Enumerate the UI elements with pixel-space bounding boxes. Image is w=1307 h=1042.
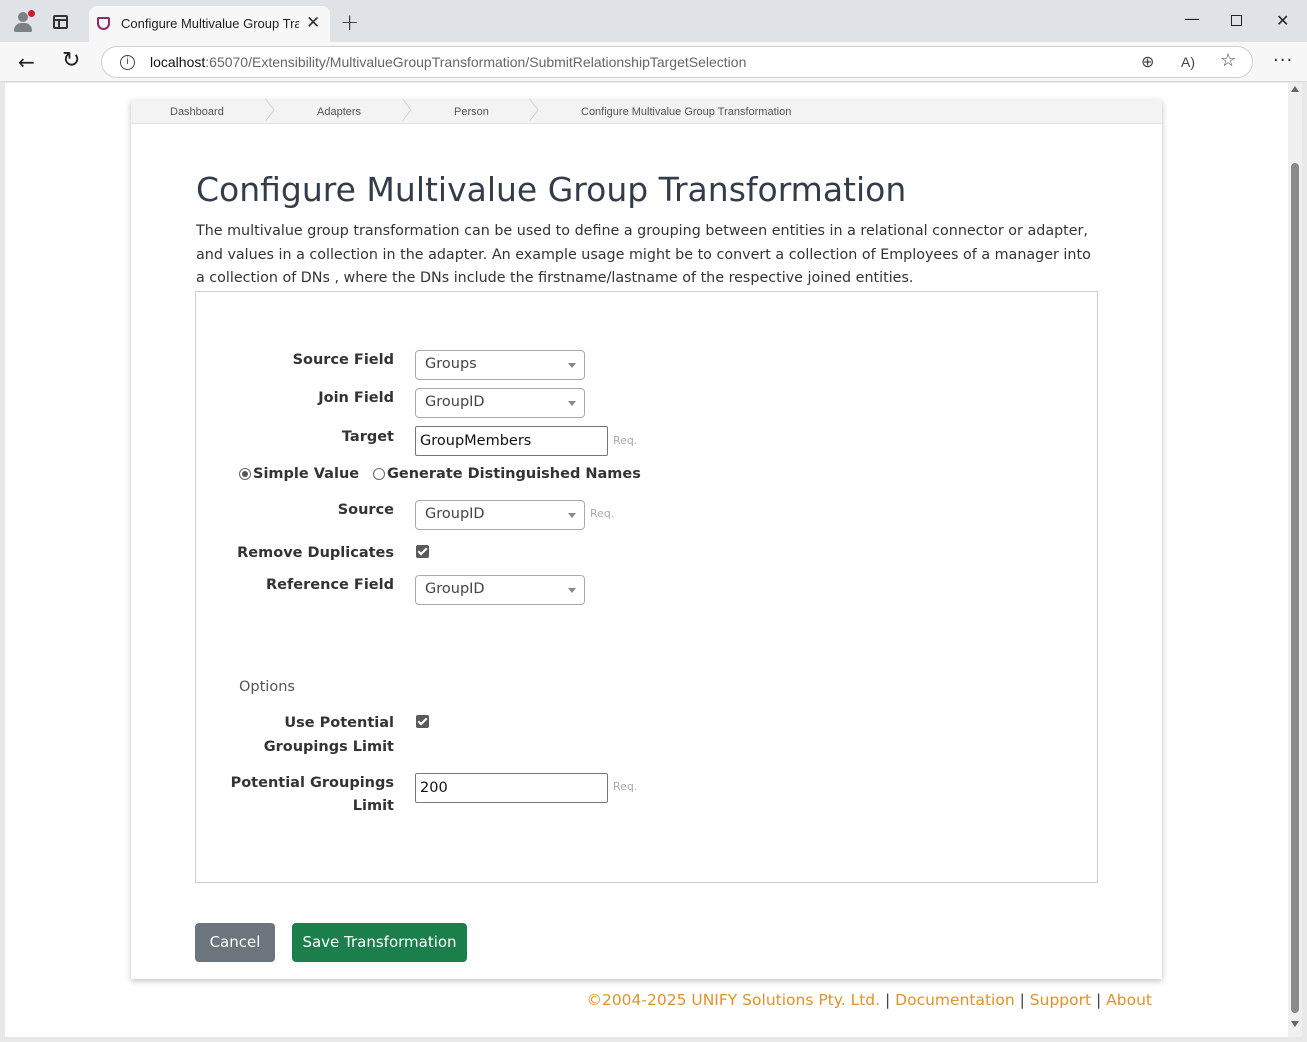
options-heading: Options	[239, 679, 295, 695]
copyright-link[interactable]: ©2004-2025 UNIFY Solutions Pty. Ltd.	[586, 991, 880, 1009]
save-transformation-button[interactable]: Save Transformation	[292, 923, 467, 962]
source-value: GroupID	[425, 506, 485, 522]
close-window-icon[interactable]: ✕	[1276, 12, 1289, 30]
target-label: Target	[341, 429, 394, 445]
potential-groupings-limit-input[interactable]	[415, 773, 608, 803]
page-description: The multivalue group transformation can …	[196, 223, 1091, 286]
browser-tab-active[interactable]: Configure Multivalue Group Trans ✕	[89, 6, 330, 42]
new-tab-icon[interactable]: +	[340, 11, 359, 35]
source-field-select[interactable]: Groups	[415, 350, 585, 380]
breadcrumb-dashboard[interactable]: Dashboard	[170, 106, 224, 118]
use-limit-label-line2: Groupings Limit	[263, 739, 394, 755]
join-field-select[interactable]: GroupID	[415, 388, 585, 418]
tab-actions-icon[interactable]	[53, 15, 68, 29]
breadcrumb-separator	[396, 100, 410, 124]
generate-dn-radio[interactable]	[373, 468, 385, 480]
read-aloud-icon[interactable]: A)	[1181, 54, 1195, 70]
profile-icon[interactable]	[12, 10, 36, 34]
remove-duplicates-label: Remove Duplicates	[237, 545, 394, 561]
scroll-down-icon[interactable]	[1291, 1021, 1299, 1027]
reference-field-value: GroupID	[425, 581, 485, 597]
scrollbar-thumb[interactable]	[1291, 163, 1299, 1013]
footer-separator: |	[1019, 991, 1025, 1009]
minimize-icon[interactable]: —	[1184, 10, 1200, 28]
generate-dn-label[interactable]: Generate Distinguished Names	[387, 466, 641, 482]
notification-dot	[28, 10, 35, 17]
footer: ©2004-2025 UNIFY Solutions Pty. Ltd. | D…	[586, 991, 1152, 1009]
breadcrumb-current: Configure Multivalue Group Transformatio…	[581, 106, 792, 118]
chevron-down-icon	[568, 363, 576, 368]
chevron-down-icon	[568, 401, 576, 406]
breadcrumb: Dashboard Adapters Person Configure Mult…	[131, 100, 1162, 124]
reload-icon[interactable]: ↻	[62, 50, 80, 72]
url-path: :65070/Extensibility/MultivalueGroupTran…	[205, 54, 747, 70]
documentation-link[interactable]: Documentation	[895, 991, 1015, 1009]
browser-menu-icon[interactable]: ···	[1273, 50, 1293, 71]
reference-field-label: Reference Field	[266, 577, 394, 593]
required-hint: Req.	[590, 507, 615, 520]
simple-value-radio[interactable]	[239, 468, 251, 480]
join-field-label: Join Field	[318, 390, 394, 406]
breadcrumb-person[interactable]: Person	[454, 106, 489, 118]
page-title: Configure Multivalue Group Transformatio…	[196, 170, 907, 209]
tab-close-icon[interactable]: ✕	[306, 14, 320, 32]
chevron-down-icon	[568, 513, 576, 518]
window-border	[1302, 83, 1307, 1042]
footer-separator: |	[885, 991, 891, 1009]
source-select[interactable]: GroupID	[415, 500, 585, 530]
remove-duplicates-checkbox[interactable]	[416, 545, 429, 558]
breadcrumb-adapters[interactable]: Adapters	[317, 106, 361, 118]
breadcrumb-separator	[259, 100, 273, 124]
back-arrow-icon[interactable]: ←	[18, 51, 35, 73]
limit-label-line2: Limit	[352, 798, 394, 814]
target-input[interactable]	[415, 426, 608, 456]
favorite-star-icon[interactable]: ☆	[1220, 50, 1236, 71]
url-host: localhost	[150, 54, 206, 70]
source-label: Source	[337, 502, 394, 518]
cancel-button[interactable]: Cancel	[195, 923, 275, 962]
site-favicon-icon	[97, 17, 110, 30]
zoom-icon[interactable]: ⊕	[1141, 52, 1154, 71]
use-limit-label-line1: Use Potential	[284, 715, 394, 731]
window-border	[0, 1037, 1307, 1042]
breadcrumb-separator	[523, 100, 537, 124]
chevron-down-icon	[568, 588, 576, 593]
source-field-label: Source Field	[292, 352, 394, 368]
join-field-value: GroupID	[425, 394, 485, 410]
limit-label-line1: Potential Groupings	[230, 775, 394, 791]
use-potential-groupings-limit-checkbox[interactable]	[416, 715, 429, 728]
address-bar[interactable]: i localhost:65070/Extensibility/Multival…	[101, 46, 1253, 78]
browser-titlebar: Configure Multivalue Group Trans ✕ + — ✕	[0, 0, 1307, 42]
scroll-up-icon[interactable]	[1291, 86, 1299, 92]
about-link[interactable]: About	[1106, 991, 1152, 1009]
url-text[interactable]: localhost:65070/Extensibility/Multivalue…	[150, 54, 746, 70]
footer-separator: |	[1096, 991, 1102, 1009]
support-link[interactable]: Support	[1030, 991, 1091, 1009]
browser-toolbar: ← ↻ i localhost:65070/Extensibility/Mult…	[0, 42, 1307, 82]
vertical-scrollbar[interactable]	[1288, 83, 1302, 1037]
simple-value-label[interactable]: Simple Value	[253, 466, 359, 482]
site-info-icon[interactable]: i	[120, 55, 135, 70]
required-hint: Req.	[613, 434, 638, 447]
tab-title: Configure Multivalue Group Trans	[121, 16, 299, 31]
required-hint: Req.	[613, 780, 638, 793]
maximize-icon[interactable]	[1231, 15, 1242, 26]
source-field-value: Groups	[425, 356, 477, 372]
transformation-form: Source Field Groups Join Field GroupID T…	[195, 291, 1098, 883]
content-card: Dashboard Adapters Person Configure Mult…	[131, 100, 1162, 979]
reference-field-select[interactable]: GroupID	[415, 575, 585, 605]
page-viewport: Dashboard Adapters Person Configure Mult…	[5, 83, 1288, 1037]
